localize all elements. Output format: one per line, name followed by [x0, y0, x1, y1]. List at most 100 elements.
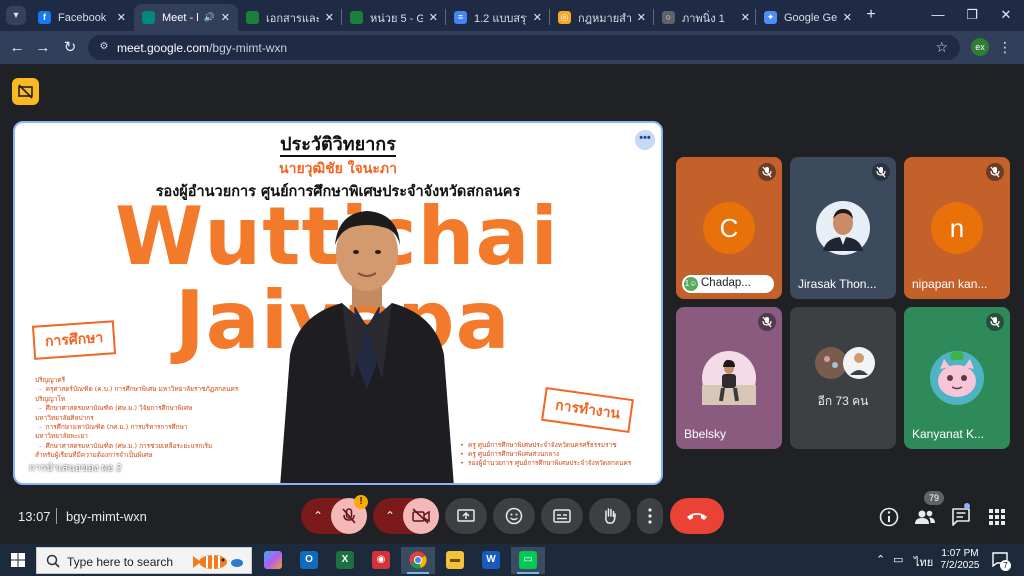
search-icon [46, 554, 60, 568]
avatar: n [931, 202, 983, 254]
taskbar-copilot[interactable] [256, 547, 290, 574]
participant-tile[interactable]: C 1☺ Chadap... [676, 157, 782, 299]
toolbar: ← → ↻ ⚙ meet.google.com/bgy-mimt-wxn ☆ [0, 31, 1024, 64]
taskbar-outlook[interactable]: O [292, 547, 326, 574]
taskbar-search-box[interactable]: Type here to search [36, 547, 252, 574]
new-tab-button[interactable]: + [862, 6, 880, 24]
participant-name: Bbelsky [684, 427, 727, 441]
taskbar-clock[interactable]: 1:07 PM 7/2/2025 [938, 548, 982, 572]
captions-button[interactable] [541, 498, 583, 534]
notification-count: 7 [1000, 560, 1011, 571]
search-placeholder: Type here to search [67, 555, 174, 569]
raise-hand-button[interactable] [589, 498, 631, 534]
tab-audio-icon[interactable]: 🔊 [204, 12, 215, 23]
others-count-label: อีก 73 คน [817, 394, 869, 408]
close-tab-icon[interactable]: ✕ [117, 11, 126, 24]
show-hidden-icons-icon[interactable]: ⌃ [876, 553, 885, 566]
taskbar-chrome[interactable] [401, 547, 435, 574]
tab-separator [653, 9, 654, 25]
meeting-details-icon[interactable] [878, 506, 900, 528]
mic-off-icon [876, 166, 886, 178]
muted-indicator [758, 313, 776, 331]
extension-icon[interactable]: ex [971, 38, 989, 56]
slide-tag-education: การศึกษา [31, 320, 117, 360]
slide-list-line: มหาวิทยาลัยศิลปากร [35, 413, 94, 422]
tab-search-menu-button[interactable]: ▾ [6, 6, 26, 25]
muted-indicator [986, 313, 1004, 331]
slide-list-line: - ครุศาสตร์บัณฑิต (ค.บ.) การศึกษาพิเศษ ม… [35, 385, 239, 394]
activities-grid-icon[interactable] [986, 506, 1008, 528]
more-vert-icon [648, 508, 652, 524]
video-options-button[interactable]: ⌃ [375, 498, 405, 534]
word-icon: W [482, 551, 500, 569]
close-window-button[interactable]: ✕ [996, 6, 1016, 24]
participant-tile[interactable]: Bbelsky [676, 307, 782, 449]
browser-tab[interactable]: ✦ Google Gem ✕ [756, 4, 860, 31]
site-settings-icon[interactable]: ⚙ [97, 40, 111, 54]
leave-call-button[interactable] [670, 498, 724, 534]
browser-tab[interactable]: ◎ กฎหมายสำหรั ✕ [550, 4, 654, 31]
globe-icon: ○ [662, 11, 675, 24]
participant-tile[interactable]: Jirasak Thon... [790, 157, 896, 299]
others-tile[interactable]: อีก 73 คน [790, 307, 896, 449]
presentation-warning-button[interactable] [12, 78, 39, 105]
close-tab-icon[interactable]: ✕ [429, 11, 438, 24]
address-bar[interactable]: ⚙ meet.google.com/bgy-mimt-wxn ☆ [88, 35, 960, 60]
chat-icon[interactable] [950, 506, 972, 528]
browser-tab[interactable]: หน่วย 5 - Goo ✕ [342, 4, 446, 31]
browser-tab[interactable]: เอกสารและโบส ✕ [238, 4, 342, 31]
browser-tab[interactable]: ≡ 1.2 แบบสรุปผ ✕ [446, 4, 550, 31]
taskbar-camera[interactable]: ◉ [364, 547, 398, 574]
slide-list-line: ปริญญาตรี [35, 376, 66, 384]
windows-start-icon[interactable] [11, 553, 25, 567]
taskbar-word[interactable]: W [474, 547, 508, 574]
folder-icon: ▬ [446, 551, 464, 569]
browser-menu-button[interactable]: ⋮ [998, 38, 1012, 56]
participant-tile[interactable]: n nipapan kan... [904, 157, 1010, 299]
tab-title: Meet - b [162, 11, 198, 24]
participant-tile[interactable]: Kanyanat K... [904, 307, 1010, 449]
close-tab-icon[interactable]: ✕ [533, 11, 542, 24]
input-language[interactable]: ไทย [914, 553, 933, 571]
reactions-button[interactable] [493, 498, 535, 534]
present-screen-button[interactable] [445, 498, 487, 534]
camera-toggle-button[interactable] [403, 498, 439, 534]
tab-separator [549, 9, 550, 25]
taskbar-excel[interactable]: X [328, 547, 362, 574]
slide-list-line: สำหรับผู้เรียนที่มีความต้องการจำเป็นพิเศ… [35, 451, 153, 460]
browser-tab[interactable]: ○ ภาพนิ่ง 1 ✕ [654, 4, 758, 31]
camera-off-icon [412, 508, 430, 524]
bookmark-star-icon[interactable]: ☆ [935, 39, 948, 56]
emoji-icon [505, 507, 523, 525]
forward-button[interactable]: → [33, 38, 53, 58]
tab-title: Google Gem [784, 11, 837, 24]
network-icon[interactable]: ▭ [893, 553, 903, 566]
tile-more-options-button[interactable]: ••• [635, 130, 655, 150]
tab-separator [445, 9, 446, 25]
presentation-tile[interactable]: ประวัติวิทยากร นายวุฒิชัย ใจนะภา รองผู้อ… [13, 121, 663, 485]
audio-options-button[interactable]: ⌃ [303, 498, 333, 534]
slide-list-line: - การศึกษามหาบัณฑิต (กศ.ม.) การบริหารการ… [35, 423, 188, 432]
slide-list-line: มหาวิทยาลัยพะเยา [35, 432, 88, 441]
close-tab-icon[interactable]: ✕ [843, 11, 852, 24]
slide-list-line: - ศึกษาศาสตรมหาบัณฑิต (ศษ.ม.) การช่วยเหล… [35, 441, 213, 450]
slide-list-line: - ศึกษาศาสตรมหาบัณฑิต (ศษ.ม.) วิจัยการศึ… [35, 404, 193, 413]
people-icon[interactable] [914, 506, 936, 528]
browser-tab[interactable]: f Facebook ✕ [30, 4, 134, 31]
tab-separator [755, 9, 756, 25]
back-button[interactable]: ← [7, 38, 27, 58]
close-tab-icon[interactable]: ✕ [637, 11, 646, 24]
restore-button[interactable]: ❐ [962, 6, 982, 24]
close-tab-icon[interactable]: ✕ [325, 11, 334, 24]
taskbar-file-explorer[interactable]: ▬ [438, 547, 472, 574]
slide-education-list: ปริญญาตรี - ครุศาสตร์บัณฑิต (ค.บ.) การศึ… [35, 376, 285, 461]
mic-alert-icon[interactable]: ! [354, 495, 368, 509]
close-tab-icon[interactable]: ✕ [221, 11, 230, 24]
reload-button[interactable]: ↻ [60, 38, 80, 58]
close-tab-icon[interactable]: ✕ [741, 11, 750, 24]
taskbar-line[interactable]: ▭ [511, 547, 545, 574]
minimize-button[interactable]: — [928, 6, 948, 24]
meeting-code: bgy-mimt-wxn [66, 509, 147, 524]
more-options-button[interactable] [637, 498, 663, 534]
browser-tab[interactable]: Meet - b 🔊 ✕ [134, 4, 238, 31]
